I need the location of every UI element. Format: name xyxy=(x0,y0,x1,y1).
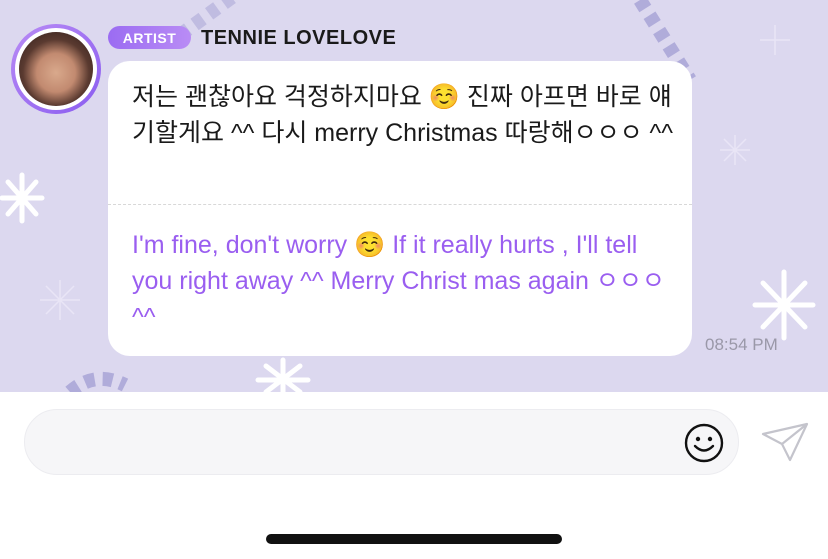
profile-photo xyxy=(19,32,93,106)
artist-badge: ARTIST xyxy=(108,26,191,49)
message-input[interactable] xyxy=(24,409,739,475)
message-bubble[interactable]: 저는 괜찮아요 걱정하지마요 ☺️ 진짜 아프면 바로 얘기할게요 ^^ 다시 … xyxy=(108,61,692,356)
message-original-text: 저는 괜찮아요 걱정하지마요 ☺️ 진짜 아프면 바로 얘기할게요 ^^ 다시 … xyxy=(132,83,673,147)
translation-divider xyxy=(108,204,692,205)
message-timestamp: 08:54 PM xyxy=(705,335,778,354)
chat-area: ARTIST TENNIE LOVELOVE 저는 괜찮아요 걱정하지마요 ☺️… xyxy=(0,0,828,392)
message-translated-text: I'm fine, don't worry ☺️ If it really hu… xyxy=(132,231,665,331)
avatar[interactable] xyxy=(11,24,101,114)
smiley-icon[interactable] xyxy=(683,422,725,464)
paper-plane-icon[interactable] xyxy=(760,420,810,464)
sender-name: TENNIE LOVELOVE xyxy=(201,27,397,49)
home-indicator xyxy=(266,534,562,544)
